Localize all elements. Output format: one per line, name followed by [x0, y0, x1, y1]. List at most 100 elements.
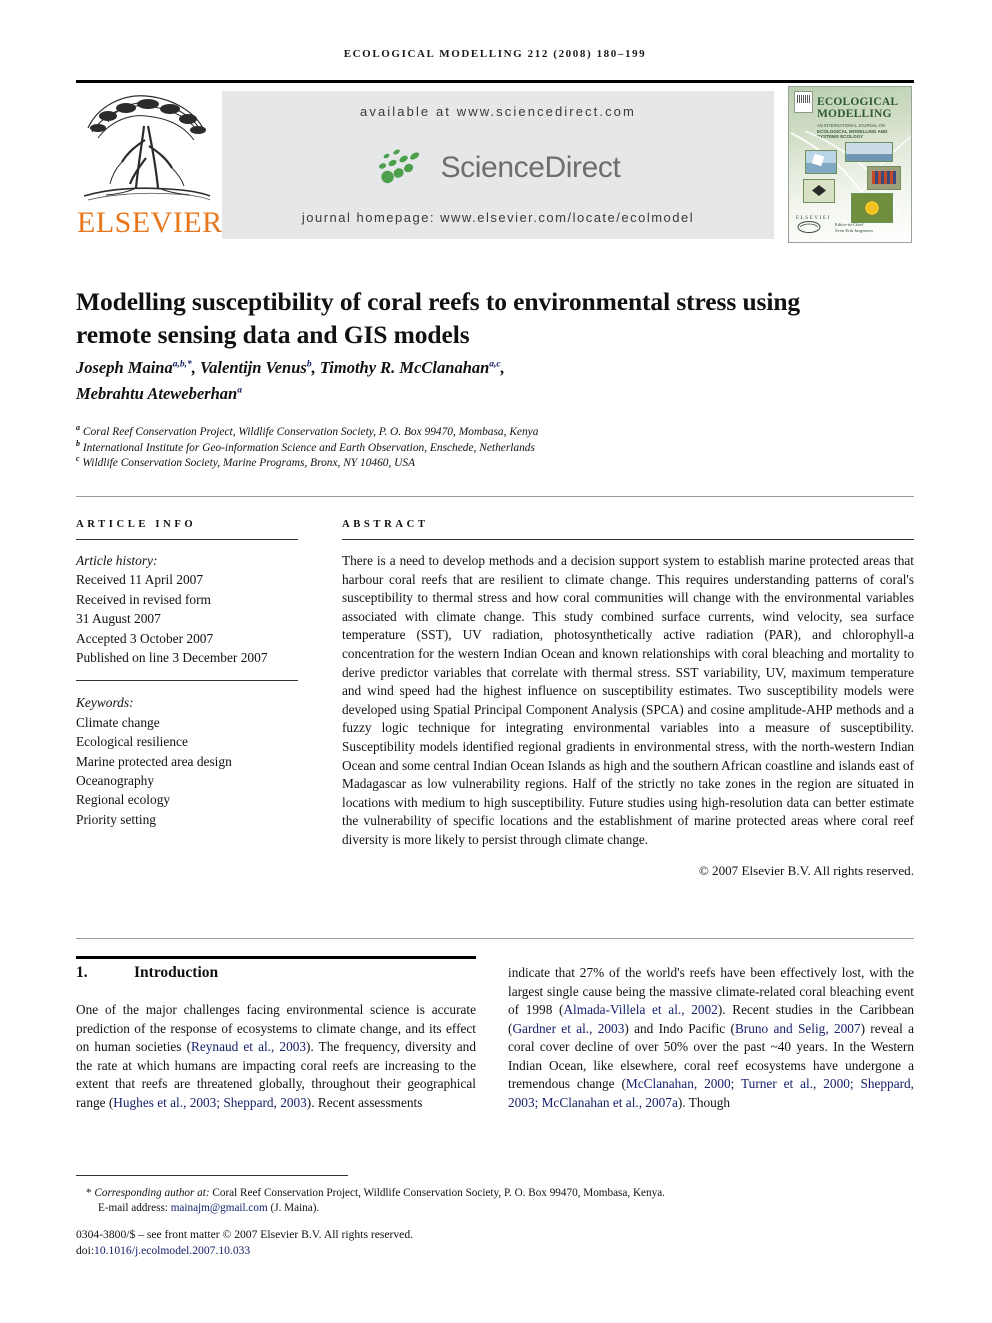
cover-title-line1: ECOLOGICAL	[817, 96, 899, 108]
sciencedirect-banner: available at www.sciencedirect.com Scien…	[222, 91, 774, 239]
abstract-column: ABSTRACT There is a need to develop meth…	[342, 519, 914, 879]
cover-image-thumb-2	[845, 142, 893, 162]
sciencedirect-wordmark: ScienceDirect	[440, 151, 621, 184]
cover-subtitle-line1: AN INTERNATIONAL JOURNAL ON	[817, 123, 886, 128]
svg-text:ELSEVIER: ELSEVIER	[796, 216, 829, 221]
corresponding-label: Corresponding author at:	[94, 1187, 210, 1199]
info-band-top-rule	[76, 496, 914, 497]
article-info-rule	[76, 539, 298, 540]
masthead-top-rule	[76, 80, 914, 83]
doi-line: doi:10.1016/j.ecolmodel.2007.10.033	[76, 1243, 914, 1259]
affiliation-marker: a	[76, 423, 80, 433]
footnote-block: * Corresponding author at: Coral Reef Co…	[76, 1186, 914, 1216]
author-list: Joseph Mainaa,b,*, Valentijn Venusb, Tim…	[76, 355, 876, 407]
author-line-comma: ,	[500, 358, 505, 377]
article-history-line: 31 August 2007	[76, 611, 161, 627]
article-history: Article history: Received 11 April 2007 …	[76, 551, 298, 667]
affiliation-marker: c	[76, 454, 80, 464]
keyword-item: Ecological resilience	[76, 734, 188, 750]
running-head: ECOLOGICAL MODELLING 212 (2008) 180–199	[343, 48, 647, 60]
section-heading-introduction: 1. Introduction	[76, 964, 476, 982]
doi-label: doi:	[76, 1244, 95, 1258]
section-top-rule	[76, 956, 476, 959]
article-history-line: Received 11 April 2007	[76, 572, 204, 588]
keywords-label: Keywords:	[76, 695, 134, 711]
elsevier-wordmark: ELSEVIER	[77, 206, 223, 239]
article-history-line: Published on line 3 December 2007	[76, 650, 268, 666]
footnote-rule	[76, 1175, 348, 1176]
citation-link[interactable]: Reynaud et al., 2003	[191, 1039, 306, 1054]
keyword-item: Climate change	[76, 714, 160, 730]
elsevier-tree-icon	[83, 95, 211, 201]
affiliation-text: Coral Reef Conservation Project, Wildlif…	[82, 426, 539, 438]
journal-cover-thumbnail: ECOLOGICAL MODELLING AN INTERNATIONAL JO…	[788, 86, 912, 243]
author-2-name: , Valentijn Venus	[191, 358, 307, 377]
cover-title: ECOLOGICAL MODELLING	[817, 96, 899, 120]
cover-image-thumb-1	[805, 150, 837, 174]
intro-right-text-5: ). Though	[677, 1094, 731, 1110]
corresponding-marker: *	[86, 1187, 92, 1199]
intro-right-text-3: ) and Indo Pacific (	[624, 1020, 735, 1036]
doi-link[interactable]: 10.1016/j.ecolmodel.2007.10.033	[94, 1244, 250, 1257]
cover-editor-credit: Editor-in-Chief Sven Erik Jørgensen	[835, 222, 873, 234]
cover-editor-name: Sven Erik Jørgensen	[835, 228, 873, 233]
sciencedirect-leaf-icon	[379, 149, 420, 184]
journal-article-page: ECOLOGICAL MODELLING 212 (2008) 180–199	[0, 0, 992, 1323]
author-4-affil-markers: a	[237, 385, 242, 396]
cover-title-line2: MODELLING	[817, 107, 892, 120]
article-history-line: Accepted 3 October 2007	[76, 630, 214, 646]
page-title: Modelling susceptibility of coral reefs …	[76, 287, 801, 350]
keyword-item: Regional ecology	[76, 792, 171, 808]
available-at-text: available at www.sciencedirect.com	[360, 104, 636, 119]
cover-image-thumb-3	[867, 166, 901, 190]
section-number: 1.	[76, 964, 88, 981]
affiliation-text: Wildlife Conservation Society, Marine Pr…	[82, 457, 416, 470]
affiliation-item: a Coral Reef Conservation Project, Wildl…	[76, 423, 876, 441]
affiliation-item: b International Institute for Geo-inform…	[76, 438, 876, 457]
cover-editor-label: Editor-in-Chief	[835, 222, 864, 227]
cover-image-thumb-4	[803, 179, 835, 203]
elsevier-logo: ELSEVIER	[76, 88, 222, 240]
issn-front-matter: 0304-3800/$ – see front matter © 2007 El…	[76, 1228, 414, 1241]
corresponding-address: Coral Reef Conservation Project, Wildlif…	[212, 1187, 665, 1199]
email-label: E-mail address:	[98, 1202, 168, 1215]
section-title: Introduction	[134, 964, 219, 981]
corresponding-author-note: * Corresponding author at: Coral Reef Co…	[76, 1186, 914, 1201]
keyword-item: Marine protected area design	[76, 753, 232, 769]
body-column-right: indicate that 27% of the world's reefs h…	[508, 964, 914, 1112]
author-1-affil-markers: a,b,*	[172, 359, 192, 370]
cover-image-thumb-5	[851, 193, 893, 223]
abstract-text: There is a need to develop methods and a…	[342, 553, 914, 847]
email-link[interactable]: mainajm@gmail.com	[171, 1202, 268, 1214]
author-1-name: Joseph Maina	[76, 358, 173, 377]
author-3-name: , Timothy R. McClanahan	[311, 358, 490, 377]
masthead: ELSEVIER available at www.sciencedirect.…	[76, 80, 914, 243]
sciencedirect-logo[interactable]: ScienceDirect	[376, 147, 621, 189]
article-history-line: Received in revised form	[76, 591, 211, 607]
info-band-bottom-rule	[76, 938, 914, 939]
journal-homepage-link[interactable]: journal homepage: www.elsevier.com/locat…	[222, 210, 774, 225]
affiliation-text: International Institute for Geo-informat…	[82, 441, 535, 454]
abstract-rule	[342, 539, 914, 540]
keywords-block: Keywords: Climate change Ecological resi…	[76, 693, 298, 829]
email-note: E-mail address: mainajm@gmail.com (J. Ma…	[76, 1201, 914, 1216]
body-column-left: One of the major challenges facing envir…	[76, 1001, 476, 1112]
citation-link[interactable]: Bruno and Selig, 2007	[735, 1021, 861, 1036]
email-owner: (J. Maina).	[270, 1202, 320, 1215]
affiliation-item: c Wildlife Conservation Society, Marine …	[76, 454, 876, 472]
article-history-label: Article history:	[76, 553, 158, 568]
keyword-item: Priority setting	[76, 811, 156, 827]
citation-link[interactable]: Gardner et al., 2003	[512, 1021, 624, 1036]
article-info-column: ARTICLE INFO Article history: Received 1…	[76, 519, 298, 829]
cover-publisher-footer-icon: ELSEVIER	[796, 216, 829, 233]
abstract-heading: ABSTRACT	[342, 519, 429, 530]
author-3-affil-markers: a,c	[489, 359, 501, 370]
citation-link[interactable]: Hughes et al., 2003; Sheppard, 2003	[113, 1095, 307, 1110]
abstract-copyright: © 2007 Elsevier B.V. All rights reserved…	[698, 862, 914, 878]
cover-elsevier-mark-icon	[794, 91, 813, 113]
footer-meta-block: 0304-3800/$ – see front matter © 2007 El…	[76, 1227, 914, 1260]
affiliation-marker: b	[76, 438, 80, 448]
citation-link[interactable]: Almada-Villela et al., 2002	[563, 1002, 717, 1017]
author-4-name: Mebrahtu Ateweberhan	[76, 384, 238, 403]
affiliation-list: a Coral Reef Conservation Project, Wildl…	[76, 423, 876, 472]
